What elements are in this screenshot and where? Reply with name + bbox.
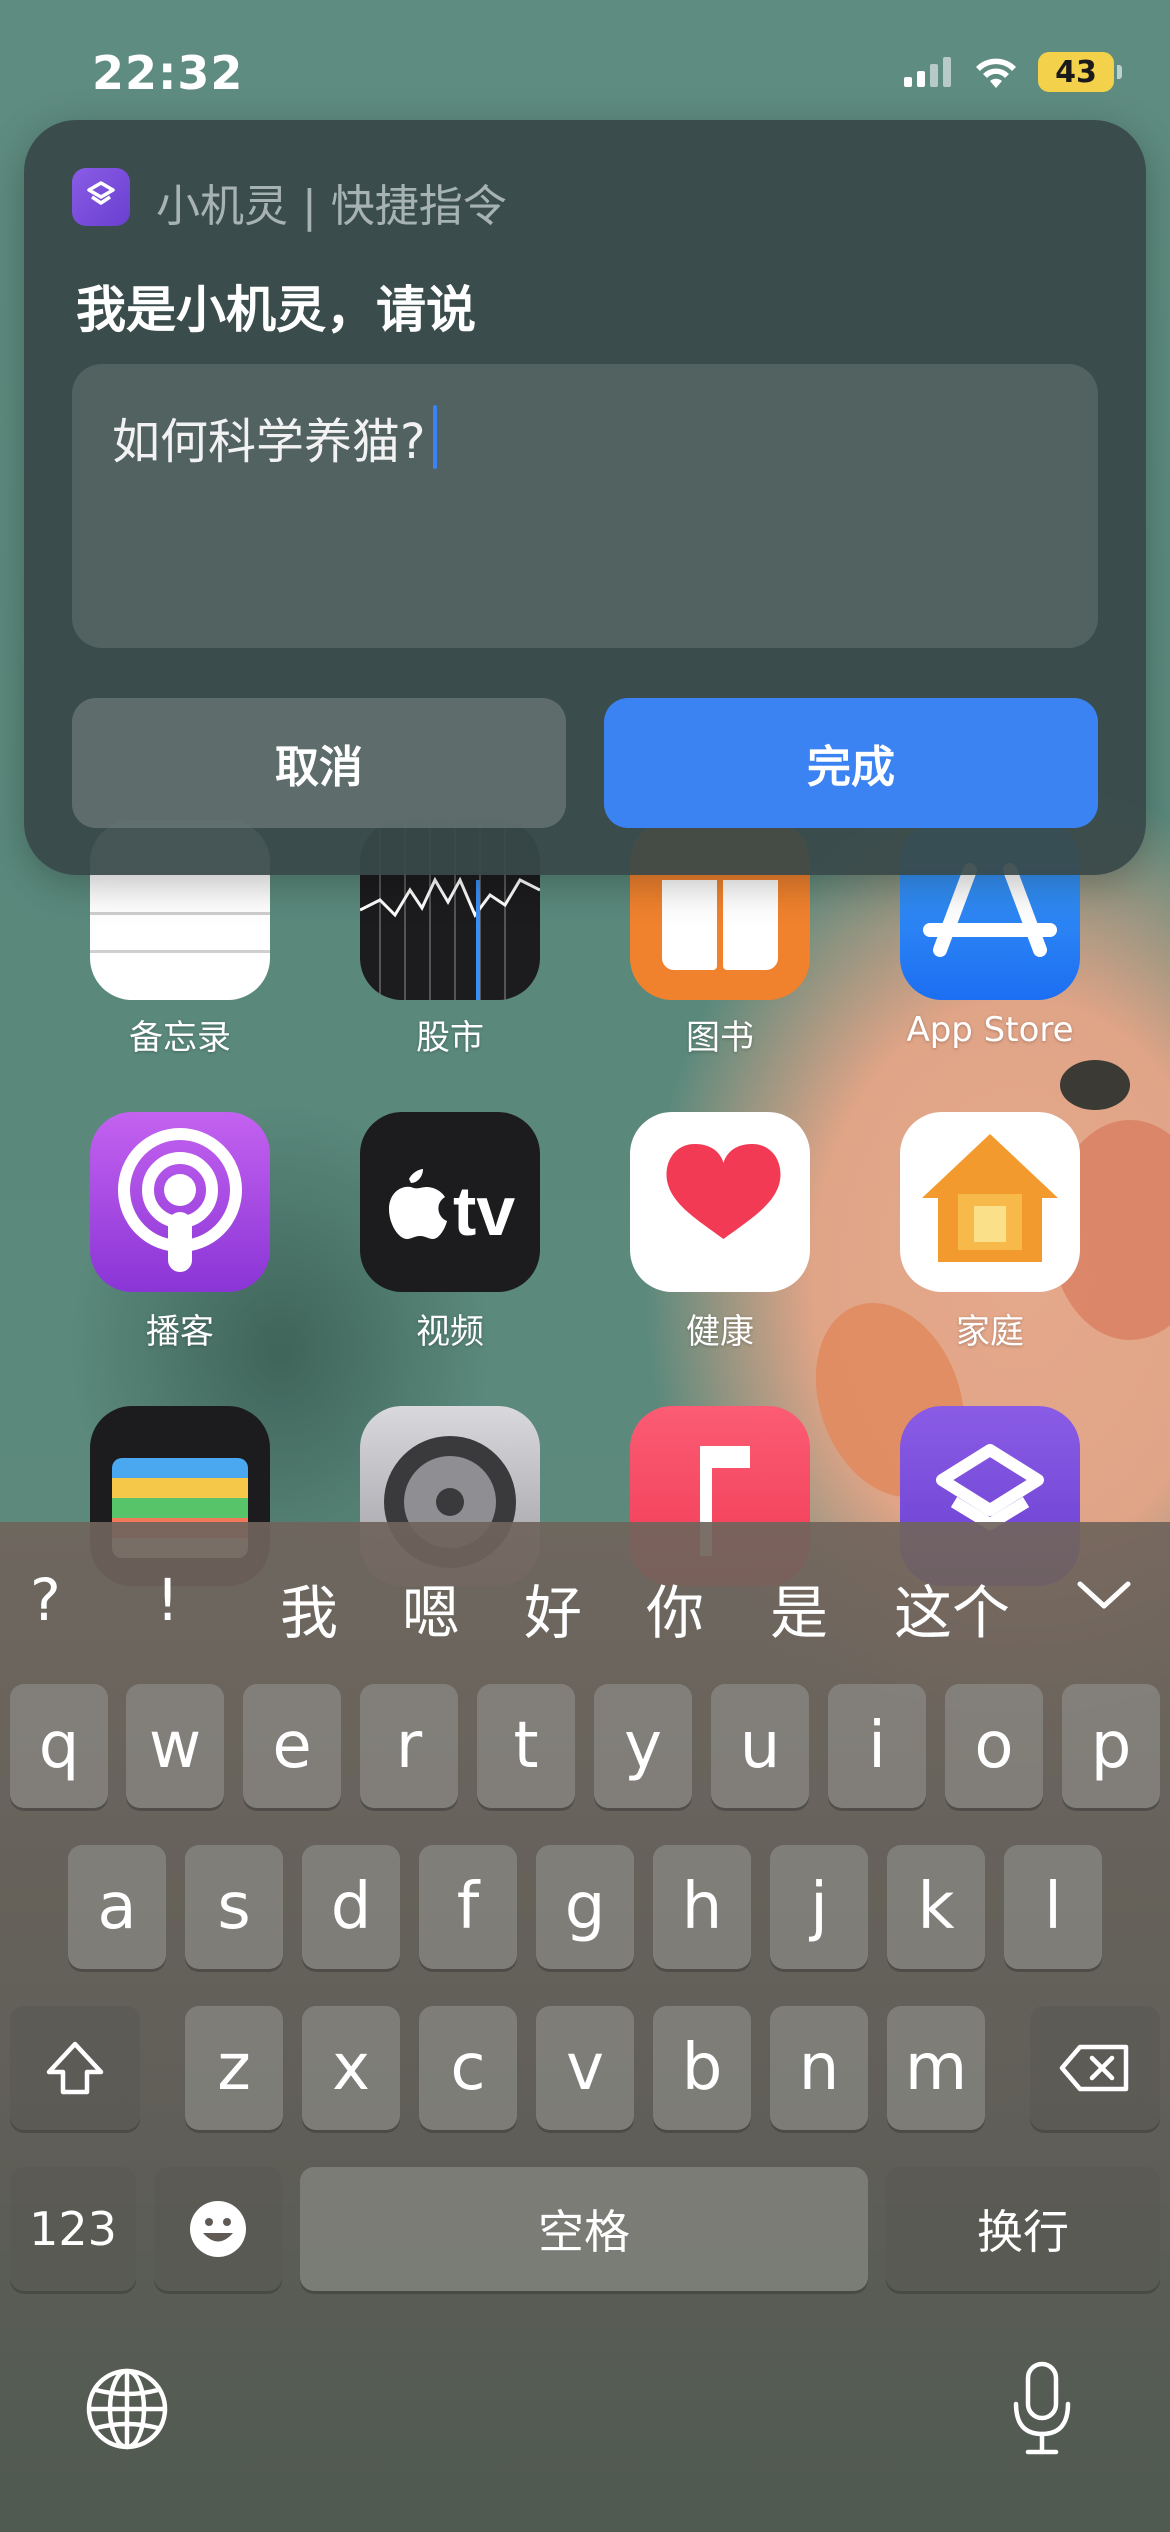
app-label: App Store <box>906 1010 1074 1050</box>
dialog-prompt: 我是小机灵，请说 <box>76 281 476 339</box>
key-s[interactable]: s <box>185 1845 283 1969</box>
key-o[interactable]: o <box>945 1684 1043 1808</box>
home-icon[interactable] <box>900 1112 1080 1292</box>
key-y[interactable]: y <box>594 1684 692 1808</box>
candidate-item[interactable]: ! <box>156 1566 179 1634</box>
emoji-icon <box>190 2201 246 2257</box>
app-label: 备忘录 <box>129 1018 231 1058</box>
shift-icon <box>46 2041 104 2095</box>
app-label: 健康 <box>686 1312 754 1352</box>
cellular-signal-icon <box>904 57 951 87</box>
key-x[interactable]: x <box>302 2006 400 2130</box>
candidate-bar: ? ! 我 嗯 好 你 是 这个 <box>0 1522 1170 1672</box>
candidate-item[interactable]: 好 <box>524 1566 582 1650</box>
key-n[interactable]: n <box>770 2006 868 2130</box>
dialog-app-name: 小机灵 | 快捷指令 <box>156 181 507 232</box>
key-i[interactable]: i <box>828 1684 926 1808</box>
key-l[interactable]: l <box>1004 1845 1102 1969</box>
candidate-item[interactable]: ? <box>30 1566 61 1634</box>
wallpaper-decoration <box>1060 1060 1130 1110</box>
app-label: 播客 <box>146 1312 214 1352</box>
shortcut-input-dialog: 小机灵 | 快捷指令 我是小机灵，请说 如何科学养猫? 取消 完成 <box>24 120 1146 875</box>
key-q[interactable]: q <box>10 1684 108 1808</box>
key-g[interactable]: g <box>536 1845 634 1969</box>
status-time: 22:32 <box>92 46 244 100</box>
key-f[interactable]: f <box>419 1845 517 1969</box>
delete-key[interactable] <box>1030 2006 1160 2130</box>
key-a[interactable]: a <box>68 1845 166 1969</box>
svg-text:tv: tv <box>453 1172 515 1247</box>
key-h[interactable]: h <box>653 1845 751 1969</box>
globe-icon[interactable] <box>84 2366 170 2452</box>
candidate-item[interactable]: 是 <box>770 1566 828 1650</box>
status-bar: 22:32 43 <box>0 0 1170 140</box>
key-m[interactable]: m <box>887 2006 985 2130</box>
candidate-item[interactable]: 嗯 <box>402 1566 460 1650</box>
key-c[interactable]: c <box>419 2006 517 2130</box>
key-r[interactable]: r <box>360 1684 458 1808</box>
key-b[interactable]: b <box>653 2006 751 2130</box>
key-j[interactable]: j <box>770 1845 868 1969</box>
space-key[interactable]: 空格 <box>300 2167 868 2291</box>
keyboard: ? ! 我 嗯 好 你 是 这个 q w e r t y u i o p a s… <box>0 1522 1170 2532</box>
key-k[interactable]: k <box>887 1845 985 1969</box>
candidate-item[interactable]: 我 <box>280 1566 338 1650</box>
app-label: 股市 <box>416 1018 484 1058</box>
app-label: 视频 <box>416 1312 484 1352</box>
chevron-down-icon[interactable] <box>1076 1578 1132 1612</box>
app-label: 图书 <box>686 1018 754 1058</box>
cancel-button[interactable]: 取消 <box>72 698 566 828</box>
health-icon[interactable] <box>630 1112 810 1292</box>
candidate-item[interactable]: 这个 <box>894 1566 1010 1650</box>
key-t[interactable]: t <box>477 1684 575 1808</box>
microphone-icon[interactable] <box>1004 2360 1080 2460</box>
key-e[interactable]: e <box>243 1684 341 1808</box>
wifi-icon <box>976 58 1016 88</box>
numbers-key[interactable]: 123 <box>10 2167 136 2291</box>
key-p[interactable]: p <box>1062 1684 1160 1808</box>
key-u[interactable]: u <box>711 1684 809 1808</box>
key-v[interactable]: v <box>536 2006 634 2130</box>
dialog-text-input[interactable]: 如何科学养猫? <box>72 364 1098 648</box>
key-z[interactable]: z <box>185 2006 283 2130</box>
key-w[interactable]: w <box>126 1684 224 1808</box>
podcasts-icon[interactable] <box>90 1112 270 1292</box>
shortcuts-app-icon <box>72 168 130 226</box>
shift-key[interactable] <box>10 2006 140 2130</box>
battery-indicator: 43 <box>1038 52 1122 92</box>
app-label: 家庭 <box>956 1312 1024 1352</box>
done-button[interactable]: 完成 <box>604 698 1098 828</box>
key-d[interactable]: d <box>302 1845 400 1969</box>
candidate-item[interactable]: 你 <box>646 1566 704 1650</box>
text-cursor <box>433 405 438 469</box>
emoji-key[interactable] <box>154 2167 282 2291</box>
return-key[interactable]: 换行 <box>886 2167 1160 2291</box>
apple-tv-icon[interactable]: tv <box>360 1112 540 1292</box>
input-value: 如何科学养猫? <box>112 414 426 470</box>
backspace-icon <box>1059 2044 1129 2092</box>
